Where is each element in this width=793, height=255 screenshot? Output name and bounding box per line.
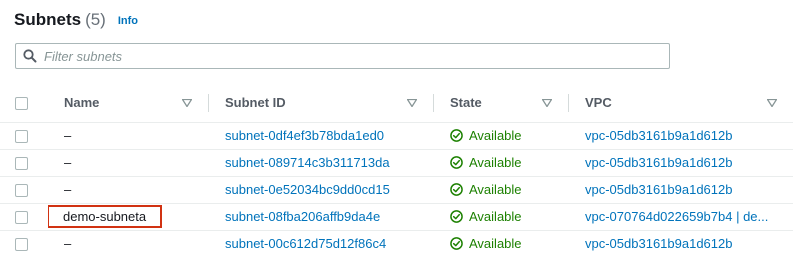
- subnet-count: (5): [85, 10, 106, 29]
- row-select-cell: [0, 176, 48, 204]
- sort-caret-icon[interactable]: [182, 98, 192, 107]
- state-label: Available: [469, 236, 522, 252]
- panel-header: Subnets (5) Info: [14, 8, 138, 32]
- column-header-state[interactable]: State: [433, 84, 568, 123]
- status-badge: Available: [450, 155, 568, 170]
- status-badge: Available: [450, 209, 568, 224]
- name-cell: –: [48, 176, 208, 204]
- search-icon: [16, 44, 44, 68]
- name-cell: –: [64, 236, 72, 252]
- row-checkbox[interactable]: [15, 157, 28, 171]
- filter-input[interactable]: [44, 45, 669, 67]
- row-select-cell: [0, 149, 48, 177]
- check-circle-icon: [450, 129, 463, 142]
- check-circle-icon: [450, 156, 463, 169]
- info-link[interactable]: Info: [118, 15, 138, 27]
- state-label: Available: [469, 209, 522, 224]
- status-badge: Available: [450, 128, 568, 143]
- subnet-id-link[interactable]: subnet-089714c3b311713da: [225, 155, 390, 170]
- column-header-vpc[interactable]: VPC: [568, 84, 793, 123]
- row-select-cell: [0, 230, 48, 255]
- vpc-link[interactable]: vpc-05db3161b9a1d612b: [585, 155, 732, 170]
- sort-caret-icon[interactable]: [767, 98, 777, 107]
- select-all-cell: [0, 84, 48, 123]
- name-cell: demo-subneta: [48, 203, 208, 231]
- subnet-id-link[interactable]: subnet-08fba206affb9da4e: [225, 209, 380, 224]
- column-header-subnet-id[interactable]: Subnet ID: [208, 84, 433, 123]
- state-label: Available: [469, 128, 522, 143]
- check-circle-icon: [450, 183, 463, 196]
- table-header-row: Name Subnet ID State VPC: [0, 84, 793, 123]
- subnet-id-link[interactable]: subnet-00c612d75d12f86c4: [225, 236, 386, 251]
- name-cell: –: [48, 122, 208, 150]
- row-select-cell: [0, 203, 48, 231]
- table-row[interactable]: – subnet-00c612d75d12f86c4 Available vpc…: [0, 230, 793, 255]
- select-all-checkbox[interactable]: [15, 97, 28, 111]
- row-select-cell: [0, 122, 48, 150]
- sort-caret-icon[interactable]: [542, 98, 552, 107]
- page-title: Subnets: [14, 10, 82, 29]
- vpc-link[interactable]: vpc-05db3161b9a1d612b: [585, 128, 732, 143]
- subnets-table: Name Subnet ID State VPC – subnet-0df4ef…: [0, 84, 793, 255]
- table-row[interactable]: – subnet-089714c3b311713da Available vpc…: [0, 149, 793, 177]
- subnet-id-link[interactable]: subnet-0e52034bc9dd0cd15: [225, 182, 390, 197]
- sort-caret-icon[interactable]: [407, 98, 417, 107]
- state-label: Available: [469, 155, 522, 170]
- table-row[interactable]: – subnet-0e52034bc9dd0cd15 Available vpc…: [0, 176, 793, 204]
- highlighted-name: demo-subneta: [48, 205, 163, 228]
- column-label: State: [450, 95, 482, 111]
- vpc-link[interactable]: vpc-05db3161b9a1d612b: [585, 236, 732, 251]
- row-checkbox[interactable]: [15, 130, 28, 144]
- status-badge: Available: [450, 236, 568, 251]
- column-divider[interactable]: [568, 94, 569, 112]
- row-checkbox[interactable]: [15, 211, 28, 225]
- table-row[interactable]: – subnet-0df4ef3b78bda1ed0 Available vpc…: [0, 122, 793, 150]
- column-divider[interactable]: [433, 94, 434, 112]
- filter-box[interactable]: [15, 43, 670, 69]
- column-label: Subnet ID: [225, 95, 286, 111]
- name-cell: –: [48, 149, 208, 177]
- table-row[interactable]: demo-subneta subnet-08fba206affb9da4e Av…: [0, 203, 793, 231]
- check-circle-icon: [450, 237, 463, 251]
- status-badge: Available: [450, 182, 568, 197]
- check-circle-icon: [450, 210, 463, 223]
- subnet-id-link[interactable]: subnet-0df4ef3b78bda1ed0: [225, 128, 384, 143]
- column-label: VPC: [585, 95, 612, 111]
- vpc-link[interactable]: vpc-070764d022659b7b4 | de...: [585, 209, 768, 224]
- state-label: Available: [469, 182, 522, 197]
- vpc-link[interactable]: vpc-05db3161b9a1d612b: [585, 182, 732, 197]
- row-checkbox[interactable]: [15, 184, 28, 198]
- column-label: Name: [64, 95, 100, 111]
- column-header-name[interactable]: Name: [48, 84, 208, 123]
- row-checkbox[interactable]: [15, 238, 28, 252]
- column-divider[interactable]: [208, 94, 209, 112]
